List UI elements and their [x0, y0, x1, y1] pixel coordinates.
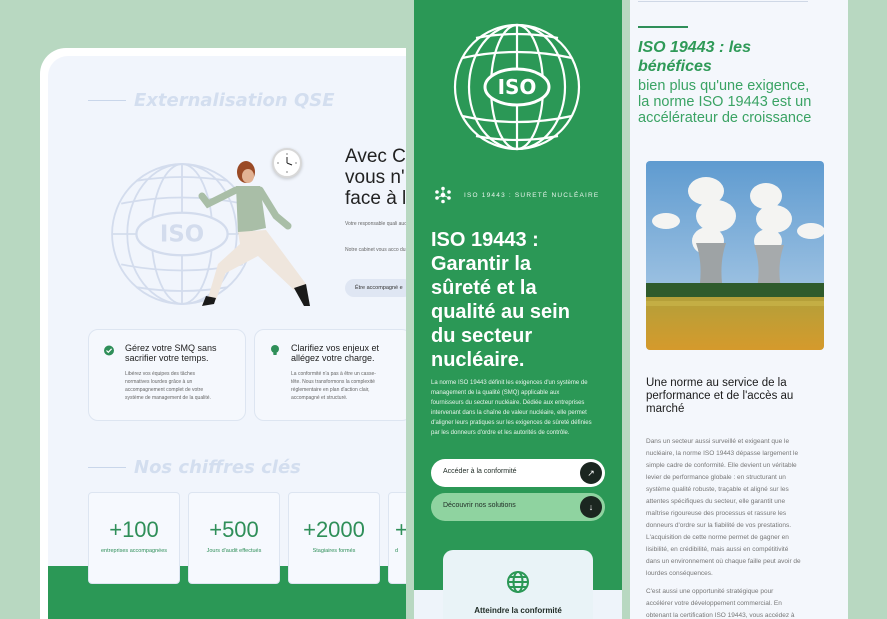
benefits-title: ISO 19443 : les bénéfices: [638, 39, 751, 75]
intro-paragraph: La norme ISO 19443 définit les exigences…: [431, 380, 592, 436]
right-screen-preview: ISO 19443 : les bénéfices bien plus qu'u…: [630, 0, 848, 619]
atom-icon: [435, 186, 451, 204]
access-compliance-button[interactable]: Accéder à la conformité ↗: [431, 459, 605, 487]
section-divider: [88, 467, 126, 468]
body-paragraph-2: C'est aussi une opportunité stratégique …: [646, 588, 795, 619]
stat-label: d: [395, 548, 399, 554]
iso-globe-logo-icon: ISO: [453, 23, 581, 151]
lightbulb-icon: [271, 345, 279, 355]
running-businesswoman-illustration: [198, 161, 310, 306]
stat-card: +500 Jours d'audit effectués: [188, 492, 280, 584]
stat-card: + d: [388, 492, 406, 584]
body-paragraph-1: Dans un secteur aussi surveillé et exige…: [646, 438, 801, 577]
compliance-card: Atteindre la conformité: [443, 550, 593, 619]
kicker-label: ISO 19443 : SURETÉ NUCLÉAIRE: [464, 192, 600, 199]
badge-text: ISO: [498, 75, 537, 99]
stat-number: +: [395, 517, 406, 542]
section-divider: [88, 100, 126, 101]
section-title-externalisation: Externalisation QSE: [134, 90, 335, 111]
stat-number: +2000: [303, 517, 365, 542]
hero-headline: Avec C vous n' face à l: [345, 146, 406, 209]
stat-number: +100: [109, 517, 159, 542]
feature-card-clarity: Clarifiez vos enjeux et allégez votre ch…: [254, 329, 406, 421]
card-title: Gérez votre SMQ sans sacrifier votre tem…: [125, 343, 217, 363]
globe-icon: [507, 571, 529, 593]
hero-paragraph-1: Votre responsable quali audits et les éc…: [345, 221, 406, 227]
stat-label: Jours d'audit effectués: [206, 548, 262, 554]
card-label: Atteindre la conformité: [474, 606, 562, 615]
section-title-chiffres: Nos chiffres clés: [134, 457, 301, 478]
arrow-down-icon: ↓: [580, 496, 602, 518]
arrow-up-right-icon: ↗: [580, 462, 602, 484]
section-heading: Une norme au service de la performance e…: [646, 377, 794, 415]
cut-off-element: [638, 0, 808, 2]
hero-paragraph-2: Notre cabinet vous acco durablement votr…: [345, 247, 406, 253]
accompaniment-button[interactable]: Être accompagné e: [345, 279, 406, 297]
left-page: Externalisation QSE ISO Avec C vous n' f…: [48, 56, 406, 619]
button-label: Accéder à la conformité: [443, 468, 517, 475]
left-screen-preview: Externalisation QSE ISO Avec C vous n' f…: [40, 48, 406, 619]
card-title: Clarifiez vos enjeux et allégez votre ch…: [291, 343, 380, 363]
page-title: ISO 19443 : Garantir la sûreté et la qua…: [431, 229, 570, 371]
feature-card-smq: Gérez votre SMQ sans sacrifier votre tem…: [88, 329, 246, 421]
stat-label: Stagiaires formés: [312, 548, 356, 554]
stat-label: entreprises accompagnées: [100, 548, 168, 554]
stat-card: +100 entreprises accompagnées: [88, 492, 180, 584]
clock-check-icon: [104, 345, 114, 356]
title-accent-line: [638, 26, 688, 28]
card-body: La conformité n'a pas à être un casse- t…: [291, 371, 376, 401]
middle-screen-preview: ISO ISO 19443 : SURETÉ NUCLÉAIRE ISO 194…: [414, 0, 622, 619]
card-body: Libérez vos équipes des tâches normative…: [125, 371, 211, 401]
button-label: Découvrir nos solutions: [443, 502, 516, 509]
discover-solutions-button[interactable]: Découvrir nos solutions ↓: [431, 493, 605, 521]
benefits-subtitle: bien plus qu'une exigence, la norme ISO …: [638, 78, 812, 126]
nuclear-plant-photo: [646, 161, 824, 350]
stat-card: +2000 Stagiaires formés: [288, 492, 380, 584]
stat-number: +500: [209, 517, 259, 542]
